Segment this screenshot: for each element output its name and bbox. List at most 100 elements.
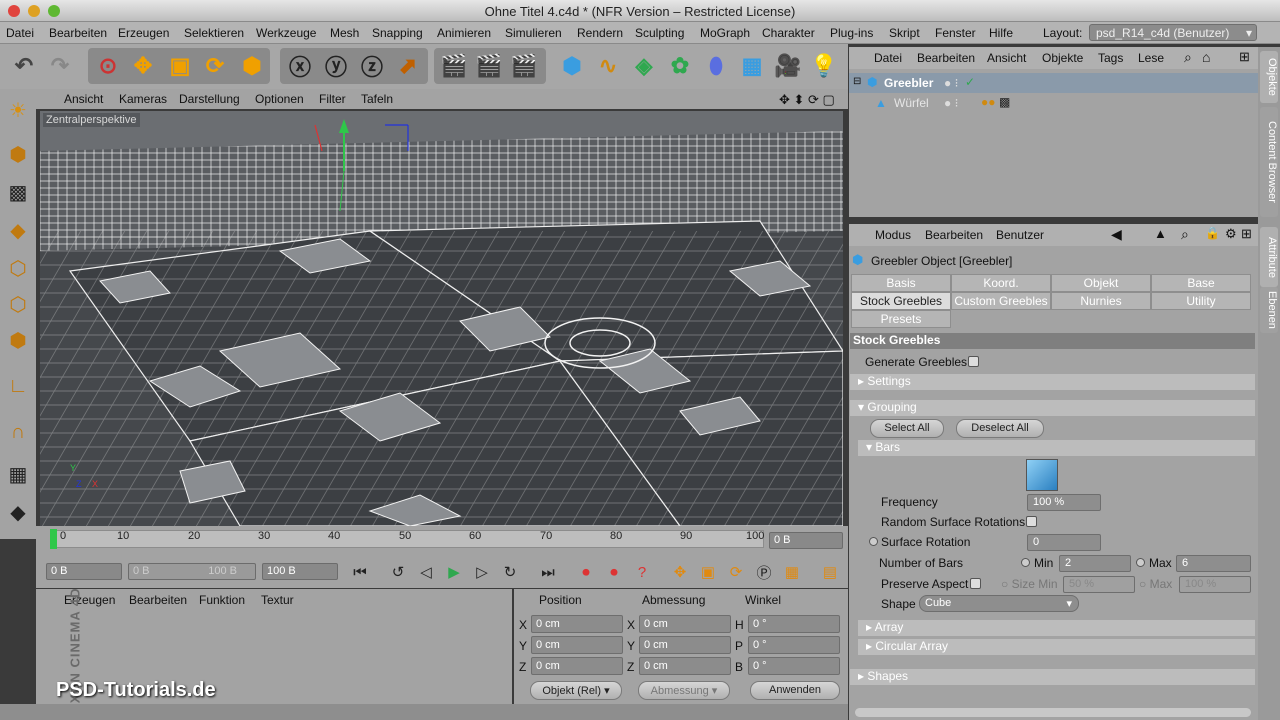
tab-stock-greebles[interactable]: Stock Greebles — [851, 292, 951, 310]
record-icon[interactable]: ⏺ — [574, 560, 598, 584]
tab-nurnies[interactable]: Nurnies — [1051, 292, 1151, 310]
scale-tool-icon[interactable]: ▣ — [164, 50, 196, 82]
up-arrow-icon[interactable]: ▲ — [1154, 226, 1167, 241]
deselect-all-button[interactable]: Deselect All — [956, 419, 1044, 438]
menu-plugins[interactable]: Plug-ins — [830, 26, 873, 40]
obj-menu-bearbeiten[interactable]: Bearbeiten — [917, 51, 975, 65]
rotation-h-field[interactable]: 0 ° — [748, 615, 840, 633]
tab-koord[interactable]: Koord. — [951, 274, 1051, 292]
min-bars-field[interactable]: 2 — [1059, 555, 1131, 572]
visibility-dots[interactable]: ● ⁝ — [944, 76, 958, 90]
goto-next-key-icon[interactable]: ↻ — [498, 560, 522, 584]
vp-menu-optionen[interactable]: Optionen — [255, 92, 304, 106]
timeline-ruler[interactable]: 0 10 20 30 40 50 60 70 80 90 100 0 B — [36, 526, 848, 556]
viewport-navigation-icons[interactable]: ✥ ⬍ ⟳ ▢ — [779, 92, 835, 108]
size-z-field[interactable]: 0 cm — [639, 657, 731, 675]
generate-greebles-checkbox[interactable] — [968, 356, 979, 367]
cube-primitive-icon[interactable]: ⬢ — [556, 50, 588, 82]
rotate-tool-icon[interactable]: ⟳ — [199, 50, 231, 82]
preserve-aspect-checkbox[interactable] — [970, 578, 981, 589]
render-view-icon[interactable]: 🎬 — [438, 50, 470, 82]
coord-mode-select[interactable]: Objekt (Rel) ▾ — [530, 681, 622, 700]
settings-icon[interactable]: ⚙ — [1225, 226, 1237, 242]
menu-mesh[interactable]: Mesh — [330, 26, 359, 40]
goto-prev-key-icon[interactable]: ↺ — [386, 560, 410, 584]
model-mode-icon[interactable]: ☀ — [3, 95, 33, 125]
position-y-field[interactable]: 0 cm — [531, 636, 623, 654]
size-mode-select[interactable]: Abmessung ▾ — [638, 681, 730, 700]
min-keyframe[interactable] — [1021, 558, 1030, 567]
menu-sculpting[interactable]: Sculpting — [635, 26, 684, 40]
max-keyframe[interactable] — [1136, 558, 1145, 567]
recent-tool-icon[interactable]: ⬢ — [236, 50, 268, 82]
vp-menu-kameras[interactable]: Kameras — [119, 92, 167, 106]
rotation-b-field[interactable]: 0 ° — [748, 657, 840, 675]
tab-base[interactable]: Base — [1151, 274, 1251, 292]
size-max-field[interactable]: 100 % — [1179, 576, 1251, 593]
surface-rotation-keyframe[interactable] — [869, 537, 878, 546]
menu-animieren[interactable]: Animieren — [437, 26, 491, 40]
z-axis-lock-icon[interactable]: ⓩ — [356, 50, 388, 82]
shape-select[interactable]: Cube ▾ — [919, 595, 1079, 612]
start-frame-field[interactable]: 0 B — [46, 563, 122, 580]
obj-menu-tags[interactable]: Tags — [1098, 51, 1123, 65]
current-frame-field[interactable]: 0 B — [769, 532, 843, 549]
step-forward-icon[interactable]: ▷ — [470, 560, 494, 584]
3d-viewport[interactable]: Y X Z Zentralperspektive — [40, 111, 843, 526]
bars-group[interactable]: ▾ Bars — [858, 440, 1255, 456]
phong-tag-icon[interactable]: ●● — [981, 95, 996, 109]
light-icon[interactable]: 💡 — [808, 50, 840, 82]
home-icon[interactable]: ⌂ — [1202, 49, 1210, 65]
random-rotations-checkbox[interactable] — [1026, 516, 1037, 527]
surface-rotation-field[interactable]: 0 — [1027, 534, 1101, 551]
position-z-field[interactable]: 0 cm — [531, 657, 623, 675]
object-mode-icon[interactable]: ⬢ — [3, 139, 33, 169]
mograph-icon[interactable]: ✿ — [664, 50, 696, 82]
horizontal-scrollbar[interactable] — [855, 708, 1251, 717]
points-mode-icon[interactable]: ⬡ — [3, 253, 33, 283]
shapes-group[interactable]: ▸ Shapes — [850, 669, 1255, 685]
timeline-window-icon[interactable]: ▤ — [818, 560, 842, 584]
key-scale-icon[interactable]: ▣ — [696, 560, 720, 584]
layout-select[interactable]: psd_R14_c4d (Benutzer) ▾ — [1089, 24, 1257, 41]
object-row[interactable]: ▲ Würfel ● ⁝ ●● ▩ — [849, 93, 1258, 113]
menu-hilfe[interactable]: Hilfe — [989, 26, 1013, 40]
mat-menu-funktion[interactable]: Funktion — [199, 593, 245, 607]
menu-simulieren[interactable]: Simulieren — [505, 26, 562, 40]
menu-fenster[interactable]: Fenster — [935, 26, 976, 40]
select-all-button[interactable]: Select All — [870, 419, 944, 438]
size-y-field[interactable]: 0 cm — [639, 636, 731, 654]
x-axis-lock-icon[interactable]: ⓧ — [284, 50, 316, 82]
attr-menu-modus[interactable]: Modus — [875, 228, 911, 242]
planar-workplane-icon[interactable]: ◆ — [3, 497, 33, 527]
lock-workplane-icon[interactable]: ▦ — [3, 459, 33, 489]
undo-icon[interactable]: ↶ — [8, 50, 40, 82]
array-group[interactable]: ▸ Array — [858, 620, 1255, 636]
checkmark-icon[interactable]: ✓ — [965, 75, 975, 89]
axis-mode-icon[interactable]: ∟ — [3, 371, 33, 401]
autokey-icon[interactable]: ⏺ — [602, 560, 626, 584]
circular-array-group[interactable]: ▸ Circular Array — [858, 639, 1255, 655]
goto-end-icon[interactable]: ⏭ — [536, 560, 560, 584]
size-x-field[interactable]: 0 cm — [639, 615, 731, 633]
menu-werkzeuge[interactable]: Werkzeuge — [256, 26, 316, 40]
side-tab-content-browser[interactable]: Content Browser — [1260, 107, 1278, 217]
position-x-field[interactable]: 0 cm — [531, 615, 623, 633]
key-parameter-icon[interactable]: Ⓟ — [752, 560, 776, 584]
coordinate-system-icon[interactable]: ⬈ — [392, 50, 424, 82]
collapse-icon[interactable]: ⊟ — [853, 76, 861, 87]
max-bars-field[interactable]: 6 — [1176, 555, 1251, 572]
menu-rendern[interactable]: Rendern — [577, 26, 623, 40]
back-arrow-icon[interactable]: ◀ — [1111, 226, 1122, 243]
apply-button[interactable]: Anwenden — [750, 681, 840, 700]
tab-presets[interactable]: Presets — [851, 310, 951, 328]
mat-menu-textur[interactable]: Textur — [261, 593, 294, 607]
object-row[interactable]: ⊟ ⬢ Greebler ● ⁝ ✓ — [849, 73, 1258, 93]
side-tab-ebenen[interactable]: Ebenen — [1260, 287, 1278, 333]
obj-menu-ansicht[interactable]: Ansicht — [987, 51, 1026, 65]
workplane-icon[interactable]: ◆ — [3, 215, 33, 245]
camera-icon[interactable]: 🎥 — [772, 50, 804, 82]
render-picture-viewer-icon[interactable]: 🎬 — [473, 50, 505, 82]
mat-menu-bearbeiten[interactable]: Bearbeiten — [129, 593, 187, 607]
menu-mograph[interactable]: MoGraph — [700, 26, 750, 40]
